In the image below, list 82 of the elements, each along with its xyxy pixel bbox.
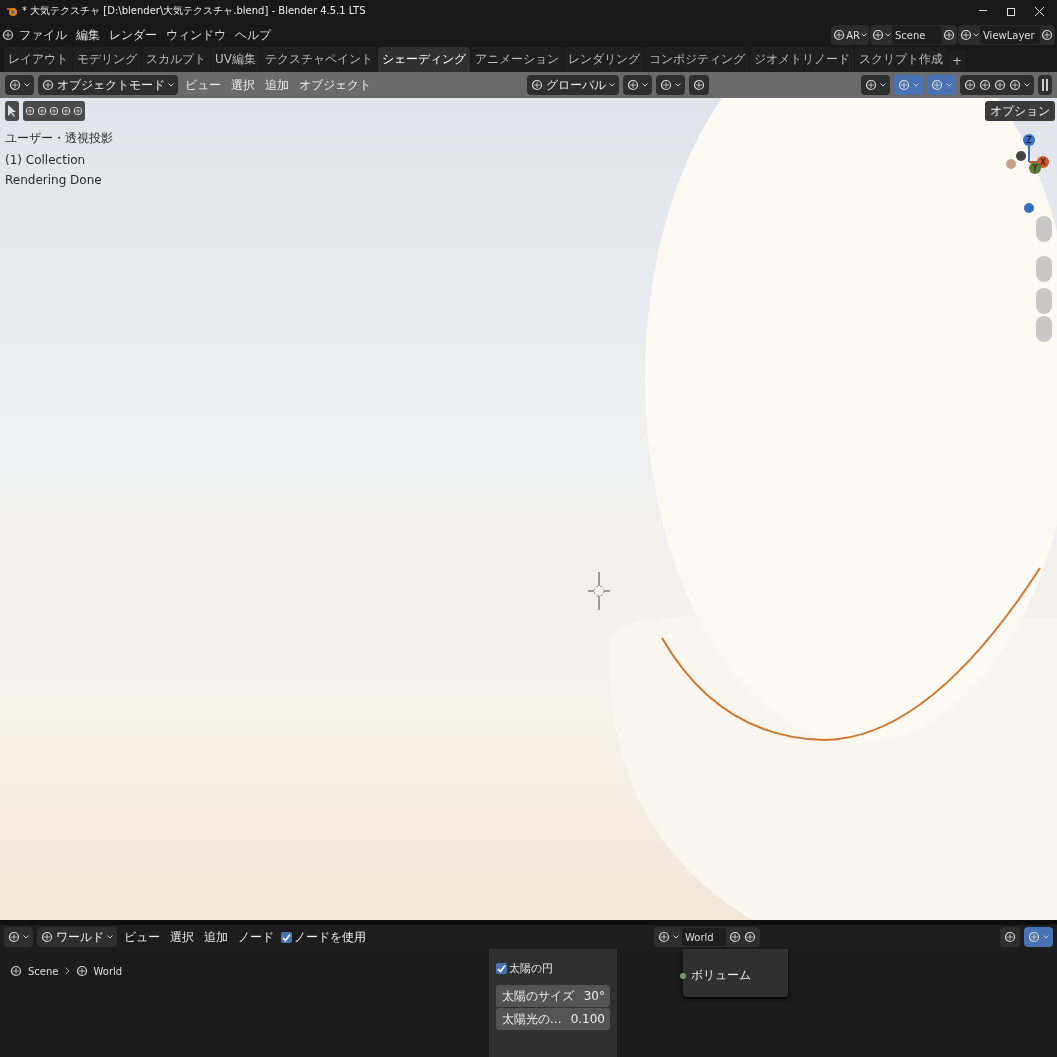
- breadcrumb-item: Scene: [28, 965, 59, 977]
- number-field[interactable]: 太陽光の... 0.100: [496, 1008, 610, 1030]
- pivot-button[interactable]: [622, 75, 652, 95]
- viewport-info-text: Rendering Done: [5, 173, 103, 187]
- workspace-tab[interactable]: スカルプト: [142, 47, 210, 72]
- workspace-tab[interactable]: ジオメトリノード: [750, 47, 854, 72]
- select-mode-buttons[interactable]: [23, 101, 85, 121]
- engine-selector[interactable]: AR: [831, 25, 869, 45]
- caret-icon: [885, 33, 891, 37]
- header-menu-item[interactable]: 追加: [201, 926, 231, 948]
- caret-icon: [674, 83, 681, 87]
- select-tool-button[interactable]: [5, 101, 19, 121]
- checkbox[interactable]: [496, 963, 507, 974]
- caret-icon: [23, 935, 29, 939]
- header-menu-item[interactable]: オブジェクト: [296, 74, 374, 96]
- overlay-button[interactable]: [927, 75, 956, 95]
- caret-icon: [913, 83, 919, 87]
- workspace-tab[interactable]: UV編集: [211, 47, 260, 72]
- header-menu-item[interactable]: ビュー: [182, 74, 224, 96]
- maximize-icon[interactable]: [1006, 6, 1016, 16]
- scene-selector[interactable]: Scene: [870, 25, 957, 45]
- chevron-right-icon: [64, 967, 70, 975]
- workspace-tab[interactable]: レンダリング: [564, 47, 644, 72]
- caret-icon: [608, 83, 615, 87]
- workspace-tab[interactable]: +: [948, 50, 967, 72]
- caret-icon: [880, 83, 886, 87]
- shading-button[interactable]: [960, 75, 1034, 95]
- sun-disc-checkbox[interactable]: 太陽の円: [496, 961, 610, 976]
- workspace-tab[interactable]: レイアウト: [4, 47, 72, 72]
- caret-icon: [1024, 83, 1030, 87]
- workspace-tab[interactable]: コンポジティング: [645, 47, 749, 72]
- shader-type-dropdown[interactable]: ワールド: [37, 927, 117, 947]
- workspace-tab[interactable]: モデリング: [73, 47, 141, 72]
- caret-icon: [673, 935, 679, 939]
- overlay-button[interactable]: [1024, 927, 1053, 947]
- caret-icon: [1043, 935, 1049, 939]
- caret-icon: [107, 935, 113, 939]
- caret-icon: [861, 33, 867, 37]
- snap-button[interactable]: [655, 75, 685, 95]
- caret-icon: [946, 83, 952, 87]
- world-selector[interactable]: World: [654, 927, 760, 947]
- editor-type-button[interactable]: [4, 927, 33, 947]
- window-title: * 大気テクスチャ [D:\blender\大気テクスチャ.blend] - Blender 4.5.1 LTS: [22, 4, 367, 18]
- caret-icon: [24, 83, 30, 87]
- workspace-tab[interactable]: テクスチャペイント: [261, 47, 377, 72]
- axis-gizmo[interactable]: Z X Y: [1005, 132, 1051, 216]
- menu-item[interactable]: ファイル: [15, 23, 71, 47]
- snap-button[interactable]: [1000, 927, 1020, 947]
- sidebar-toggle-icon[interactable]: [1042, 79, 1048, 91]
- socket-dot[interactable]: [680, 972, 686, 979]
- workspace-tab[interactable]: スクリプト作成: [855, 47, 947, 72]
- checkbox[interactable]: [281, 931, 292, 943]
- menu-item[interactable]: ヘルプ: [231, 23, 275, 47]
- header-menu-item[interactable]: 選択: [167, 926, 197, 948]
- mode-dropdown[interactable]: オブジェクトモード: [38, 75, 178, 95]
- header-menu-item[interactable]: ノード: [235, 926, 277, 948]
- 3d-cursor-icon: [588, 572, 610, 612]
- workspace-tab[interactable]: アニメーション: [471, 47, 563, 72]
- orientation-dropdown[interactable]: グローバル: [526, 75, 619, 95]
- header-menu-item[interactable]: 選択: [228, 74, 258, 96]
- visibility-button[interactable]: [861, 75, 890, 95]
- caret-icon: [168, 83, 174, 87]
- menu-item[interactable]: ウィンドウ: [162, 23, 230, 47]
- header-menu-item[interactable]: ビュー: [121, 926, 163, 948]
- viewport-info-text: (1) Collection: [5, 153, 87, 167]
- number-field[interactable]: 太陽のサイズ 30°: [496, 985, 610, 1007]
- editor-type-button[interactable]: [5, 75, 34, 95]
- proportional-button[interactable]: [688, 75, 709, 95]
- workspace-tab[interactable]: シェーディング: [378, 47, 470, 72]
- caret-icon: [973, 33, 979, 37]
- viewport-info-text: ユーザー・透視投影: [5, 130, 113, 147]
- options-button[interactable]: オプション: [985, 101, 1055, 121]
- caret-icon: [641, 83, 648, 87]
- menu-item[interactable]: 編集: [72, 23, 104, 47]
- menu-item[interactable]: レンダー: [105, 23, 161, 47]
- use-nodes-checkbox[interactable]: ノードを使用: [281, 928, 366, 946]
- header-menu-item[interactable]: 追加: [262, 74, 292, 96]
- close-icon[interactable]: [1034, 6, 1044, 16]
- socket-label: ボリューム: [691, 967, 751, 984]
- minimize-icon[interactable]: [979, 10, 987, 12]
- breadcrumb-item: World: [93, 965, 123, 977]
- view-layer-selector[interactable]: ViewLayer: [958, 25, 1055, 45]
